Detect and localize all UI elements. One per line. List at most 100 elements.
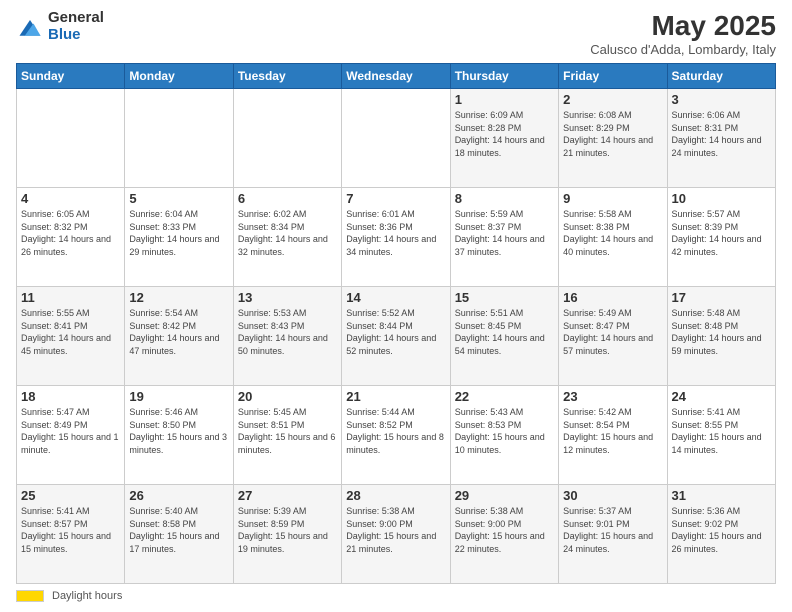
calendar-cell: 6Sunrise: 6:02 AM Sunset: 8:34 PM Daylig… bbox=[233, 188, 341, 287]
calendar-cell: 23 Sunrise: 5:42 AM Sunset: 8:54 PM Dayli… bbox=[559, 386, 667, 485]
calendar-cell bbox=[342, 89, 450, 188]
header-sunday: Sunday bbox=[17, 64, 125, 89]
day-number: 29 bbox=[455, 488, 554, 503]
day-number: 3 bbox=[672, 92, 771, 107]
day-number: 20 bbox=[238, 389, 337, 404]
week-row-5: 25Sunrise: 5:41 AM Sunset: 8:57 PM Dayli… bbox=[17, 485, 776, 584]
day-info: Sunrise: 5:48 AM Sunset: 8:48 PM Dayligh… bbox=[672, 307, 771, 357]
day-number: 15 bbox=[455, 290, 554, 305]
calendar-cell: 11 Sunrise: 5:55 AM Sunset: 8:41 PM Dayli… bbox=[17, 287, 125, 386]
day-number: 24 bbox=[672, 389, 771, 404]
header-friday: Friday bbox=[559, 64, 667, 89]
logo: General Blue bbox=[16, 10, 104, 43]
calendar-cell: 4 Sunrise: 6:05 AM Sunset: 8:32 PM Daylig… bbox=[17, 188, 125, 287]
calendar-cell: 19 Sunrise: 5:46 AM Sunset: 8:50 PM Dayli… bbox=[125, 386, 233, 485]
header-saturday: Saturday bbox=[667, 64, 775, 89]
day-number: 17 bbox=[672, 290, 771, 305]
calendar-cell: 25Sunrise: 5:41 AM Sunset: 8:57 PM Dayli… bbox=[17, 485, 125, 584]
day-number: 27 bbox=[238, 488, 337, 503]
day-number: 19 bbox=[129, 389, 228, 404]
day-number: 13 bbox=[238, 290, 337, 305]
day-info: Sunrise: 5:49 AM Sunset: 8:47 PM Dayligh… bbox=[563, 307, 662, 357]
calendar-cell: 22Sunrise: 5:43 AM Sunset: 8:53 PM Dayli… bbox=[450, 386, 558, 485]
calendar-cell: 7 Sunrise: 6:01 AM Sunset: 8:36 PM Daylig… bbox=[342, 188, 450, 287]
calendar-cell: 27 Sunrise: 5:39 AM Sunset: 8:59 PM Dayli… bbox=[233, 485, 341, 584]
calendar-cell: 31Sunrise: 5:36 AM Sunset: 9:02 PM Dayli… bbox=[667, 485, 775, 584]
day-number: 5 bbox=[129, 191, 228, 206]
day-number: 4 bbox=[21, 191, 120, 206]
title-block: May 2025 Calusco d'Adda, Lombardy, Italy bbox=[590, 10, 776, 57]
day-info: Sunrise: 5:38 AM Sunset: 9:00 PM Dayligh… bbox=[346, 505, 445, 555]
calendar-cell: 10Sunrise: 5:57 AM Sunset: 8:39 PM Dayli… bbox=[667, 188, 775, 287]
page: General Blue May 2025 Calusco d'Adda, Lo… bbox=[0, 0, 792, 612]
week-row-2: 4 Sunrise: 6:05 AM Sunset: 8:32 PM Daylig… bbox=[17, 188, 776, 287]
logo-text: General Blue bbox=[48, 10, 104, 43]
day-info: Sunrise: 5:55 AM Sunset: 8:41 PM Dayligh… bbox=[21, 307, 120, 357]
day-number: 7 bbox=[346, 191, 445, 206]
day-info: Sunrise: 5:53 AM Sunset: 8:43 PM Dayligh… bbox=[238, 307, 337, 357]
day-info: Sunrise: 5:42 AM Sunset: 8:54 PM Dayligh… bbox=[563, 406, 662, 456]
logo-icon bbox=[16, 13, 44, 41]
calendar-cell: 14Sunrise: 5:52 AM Sunset: 8:44 PM Dayli… bbox=[342, 287, 450, 386]
calendar-cell: 18Sunrise: 5:47 AM Sunset: 8:49 PM Dayli… bbox=[17, 386, 125, 485]
day-info: Sunrise: 5:44 AM Sunset: 8:52 PM Dayligh… bbox=[346, 406, 445, 456]
day-info: Sunrise: 5:59 AM Sunset: 8:37 PM Dayligh… bbox=[455, 208, 554, 258]
month-title: May 2025 bbox=[590, 10, 776, 42]
header-thursday: Thursday bbox=[450, 64, 558, 89]
day-info: Sunrise: 6:09 AM Sunset: 8:28 PM Dayligh… bbox=[455, 109, 554, 159]
day-number: 23 bbox=[563, 389, 662, 404]
calendar-cell: 8Sunrise: 5:59 AM Sunset: 8:37 PM Daylig… bbox=[450, 188, 558, 287]
calendar-cell: 15 Sunrise: 5:51 AM Sunset: 8:45 PM Dayli… bbox=[450, 287, 558, 386]
calendar-cell: 9 Sunrise: 5:58 AM Sunset: 8:38 PM Daylig… bbox=[559, 188, 667, 287]
day-number: 14 bbox=[346, 290, 445, 305]
calendar-cell: 28 Sunrise: 5:38 AM Sunset: 9:00 PM Dayli… bbox=[342, 485, 450, 584]
calendar-cell: 20 Sunrise: 5:45 AM Sunset: 8:51 PM Dayli… bbox=[233, 386, 341, 485]
day-info: Sunrise: 5:38 AM Sunset: 9:00 PM Dayligh… bbox=[455, 505, 554, 555]
week-row-1: 1 Sunrise: 6:09 AM Sunset: 8:28 PM Daylig… bbox=[17, 89, 776, 188]
calendar-cell: 29 Sunrise: 5:38 AM Sunset: 9:00 PM Dayli… bbox=[450, 485, 558, 584]
day-info: Sunrise: 5:58 AM Sunset: 8:38 PM Dayligh… bbox=[563, 208, 662, 258]
day-number: 30 bbox=[563, 488, 662, 503]
week-row-3: 11 Sunrise: 5:55 AM Sunset: 8:41 PM Dayli… bbox=[17, 287, 776, 386]
day-info: Sunrise: 6:02 AM Sunset: 8:34 PM Dayligh… bbox=[238, 208, 337, 258]
calendar-cell bbox=[125, 89, 233, 188]
week-row-4: 18Sunrise: 5:47 AM Sunset: 8:49 PM Dayli… bbox=[17, 386, 776, 485]
day-number: 1 bbox=[455, 92, 554, 107]
calendar-cell: 16Sunrise: 5:49 AM Sunset: 8:47 PM Dayli… bbox=[559, 287, 667, 386]
day-info: Sunrise: 5:37 AM Sunset: 9:01 PM Dayligh… bbox=[563, 505, 662, 555]
day-number: 28 bbox=[346, 488, 445, 503]
calendar-cell: 3Sunrise: 6:06 AM Sunset: 8:31 PM Daylig… bbox=[667, 89, 775, 188]
day-number: 21 bbox=[346, 389, 445, 404]
day-info: Sunrise: 5:54 AM Sunset: 8:42 PM Dayligh… bbox=[129, 307, 228, 357]
day-info: Sunrise: 6:08 AM Sunset: 8:29 PM Dayligh… bbox=[563, 109, 662, 159]
day-number: 11 bbox=[21, 290, 120, 305]
logo-general: General bbox=[48, 10, 104, 27]
calendar-cell: 30 Sunrise: 5:37 AM Sunset: 9:01 PM Dayli… bbox=[559, 485, 667, 584]
header-monday: Monday bbox=[125, 64, 233, 89]
day-number: 22 bbox=[455, 389, 554, 404]
logo-blue: Blue bbox=[48, 27, 104, 44]
day-info: Sunrise: 5:40 AM Sunset: 8:58 PM Dayligh… bbox=[129, 505, 228, 555]
day-number: 9 bbox=[563, 191, 662, 206]
day-number: 31 bbox=[672, 488, 771, 503]
calendar-cell: 24Sunrise: 5:41 AM Sunset: 8:55 PM Dayli… bbox=[667, 386, 775, 485]
calendar-cell: 21 Sunrise: 5:44 AM Sunset: 8:52 PM Dayli… bbox=[342, 386, 450, 485]
calendar-cell: 5Sunrise: 6:04 AM Sunset: 8:33 PM Daylig… bbox=[125, 188, 233, 287]
calendar-body: 1 Sunrise: 6:09 AM Sunset: 8:28 PM Daylig… bbox=[17, 89, 776, 584]
day-info: Sunrise: 6:05 AM Sunset: 8:32 PM Dayligh… bbox=[21, 208, 120, 258]
daylight-label: Daylight hours bbox=[52, 590, 122, 602]
day-info: Sunrise: 5:57 AM Sunset: 8:39 PM Dayligh… bbox=[672, 208, 771, 258]
header-row: SundayMondayTuesdayWednesdayThursdayFrid… bbox=[17, 64, 776, 89]
day-info: Sunrise: 5:45 AM Sunset: 8:51 PM Dayligh… bbox=[238, 406, 337, 456]
day-info: Sunrise: 5:51 AM Sunset: 8:45 PM Dayligh… bbox=[455, 307, 554, 357]
calendar-cell bbox=[233, 89, 341, 188]
day-info: Sunrise: 5:47 AM Sunset: 8:49 PM Dayligh… bbox=[21, 406, 120, 456]
footer: Daylight hours bbox=[16, 590, 776, 602]
day-info: Sunrise: 5:39 AM Sunset: 8:59 PM Dayligh… bbox=[238, 505, 337, 555]
header-wednesday: Wednesday bbox=[342, 64, 450, 89]
day-info: Sunrise: 6:01 AM Sunset: 8:36 PM Dayligh… bbox=[346, 208, 445, 258]
day-number: 26 bbox=[129, 488, 228, 503]
day-number: 25 bbox=[21, 488, 120, 503]
day-info: Sunrise: 5:46 AM Sunset: 8:50 PM Dayligh… bbox=[129, 406, 228, 456]
day-number: 12 bbox=[129, 290, 228, 305]
